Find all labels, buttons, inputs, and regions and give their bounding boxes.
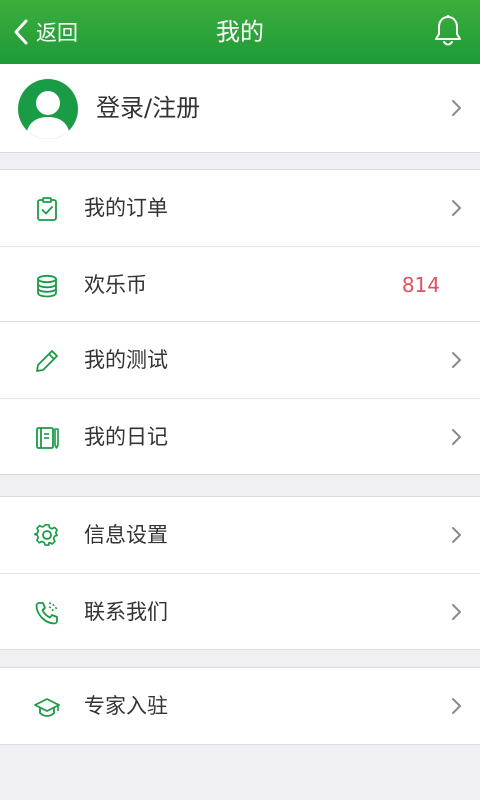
chevron-right-icon xyxy=(452,352,461,368)
menu-item-expert-join[interactable]: 专家入驻 xyxy=(0,668,480,744)
diary-icon xyxy=(36,427,59,449)
menu-group-orders: 我的订单 欢乐币 814 xyxy=(0,169,480,323)
chevron-right-icon xyxy=(452,429,461,445)
pencil-icon xyxy=(36,350,58,372)
chevron-right-icon xyxy=(452,100,461,116)
menu-item-label: 我的订单 xyxy=(84,196,168,220)
menu-item-coins[interactable]: 欢乐币 814 xyxy=(0,246,480,322)
login-register-row[interactable]: 登录/注册 xyxy=(0,64,480,153)
menu-group-tests: 我的测试 我的日记 xyxy=(0,321,480,475)
menu-item-label: 欢乐币 xyxy=(84,273,147,297)
chevron-right-icon xyxy=(452,200,461,216)
menu-group-settings: 信息设置 联系我们 xyxy=(0,496,480,650)
back-button[interactable]: 返回 xyxy=(12,14,78,50)
chevron-right-icon xyxy=(452,527,461,543)
menu-item-label: 专家入驻 xyxy=(84,694,168,718)
coin-stack-icon xyxy=(37,274,57,298)
login-register-label: 登录/注册 xyxy=(96,94,201,122)
user-avatar-icon xyxy=(18,79,78,139)
chevron-right-icon xyxy=(452,604,461,620)
menu-item-my-tests[interactable]: 我的测试 xyxy=(0,322,480,398)
menu-item-my-diary[interactable]: 我的日记 xyxy=(0,398,480,474)
back-label: 返回 xyxy=(36,21,78,45)
menu-group-experts: 专家入驻 xyxy=(0,667,480,745)
menu-item-label: 我的测试 xyxy=(84,348,168,372)
phone-icon xyxy=(35,602,58,625)
chevron-right-icon xyxy=(452,698,461,714)
menu-item-label: 信息设置 xyxy=(84,523,168,547)
menu-item-settings[interactable]: 信息设置 xyxy=(0,497,480,573)
menu-item-my-orders[interactable]: 我的订单 xyxy=(0,170,480,246)
gear-icon xyxy=(34,524,58,546)
graduation-cap-icon xyxy=(34,698,60,717)
clipboard-check-icon xyxy=(37,197,57,221)
menu-item-label: 我的日记 xyxy=(84,425,168,449)
menu-item-label: 联系我们 xyxy=(84,600,168,624)
bell-icon[interactable] xyxy=(432,14,464,48)
chevron-left-icon xyxy=(14,19,28,45)
top-app-bar: 返回 我的 xyxy=(0,0,480,64)
menu-item-contact-us[interactable]: 联系我们 xyxy=(0,573,480,649)
coin-balance: 814 xyxy=(401,273,440,297)
